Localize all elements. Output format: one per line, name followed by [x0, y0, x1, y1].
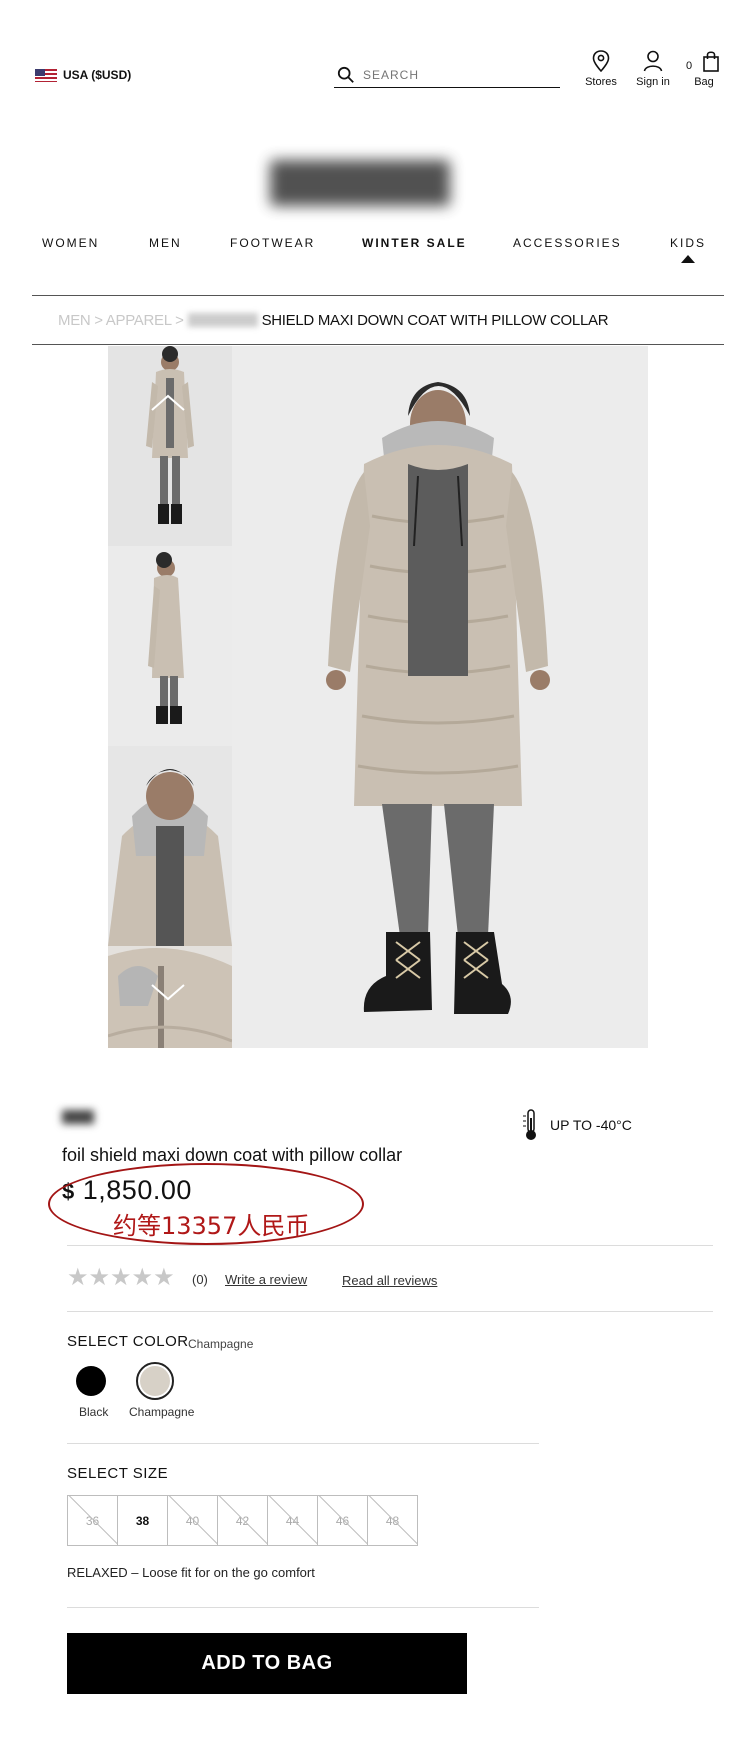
- nav-accessories[interactable]: ACCESSORIES: [513, 236, 622, 250]
- write-review-link[interactable]: Write a review: [225, 1272, 307, 1287]
- star-icon: ★: [67, 1264, 89, 1291]
- us-flag-icon: [35, 68, 57, 82]
- size-option-44[interactable]: 44: [267, 1495, 318, 1546]
- star-icon: ★: [153, 1264, 175, 1291]
- thumbnails-down-icon[interactable]: [150, 983, 186, 1003]
- selected-color-name: Champagne: [188, 1337, 254, 1351]
- fit-description: RELAXED – Loose fit for on the go comfor…: [67, 1565, 315, 1580]
- thumbnail-closeup[interactable]: [108, 746, 232, 946]
- size-option-42[interactable]: 42: [217, 1495, 268, 1546]
- color-label-black: Black: [79, 1405, 109, 1419]
- divider: [67, 1245, 713, 1246]
- review-count: (0): [192, 1272, 208, 1287]
- breadcrumb: MEN > APPAREL > SHIELD MAXI DOWN COAT WI…: [32, 295, 724, 345]
- size-option-46[interactable]: 46: [317, 1495, 368, 1546]
- size-option-40[interactable]: 40: [167, 1495, 218, 1546]
- nav-men[interactable]: MEN: [149, 236, 182, 250]
- nav-winter-sale[interactable]: WINTER SALE: [362, 236, 467, 250]
- bag-label: Bag: [694, 76, 714, 88]
- search-input[interactable]: [363, 67, 543, 82]
- size-selector: 36 38 40 42 44 46 48: [67, 1495, 418, 1546]
- sign-in-link[interactable]: Sign in: [628, 50, 678, 88]
- sign-in-label: Sign in: [636, 76, 670, 88]
- read-reviews-link[interactable]: Read all reviews: [342, 1273, 437, 1288]
- breadcrumb-redacted: [187, 313, 258, 327]
- rmb-annotation: 约等13357人民币: [113, 1212, 310, 1240]
- star-rating: ★ ★ ★ ★ ★: [67, 1264, 175, 1291]
- user-icon: [643, 50, 663, 72]
- brand-name-redacted: [62, 1110, 94, 1124]
- select-size-label: SELECT SIZE: [67, 1465, 169, 1482]
- bag-count: 0: [686, 60, 693, 72]
- divider: [67, 1311, 713, 1312]
- size-option-38[interactable]: 38: [117, 1495, 168, 1546]
- thumbnails-up-icon[interactable]: [150, 392, 186, 412]
- stores-label: Stores: [585, 76, 617, 88]
- divider: [67, 1443, 539, 1444]
- temperature-rating: UP TO -40°C: [520, 1108, 632, 1142]
- thumbnail-front[interactable]: [108, 346, 232, 546]
- add-to-bag-button[interactable]: ADD TO BAG: [67, 1633, 467, 1694]
- nav-women[interactable]: WOMEN: [42, 236, 99, 250]
- stores-link[interactable]: Stores: [576, 50, 626, 88]
- product-main-image[interactable]: [232, 346, 648, 1048]
- temperature-label: UP TO -40°C: [550, 1117, 632, 1133]
- locale-label: USA ($USD): [63, 68, 132, 82]
- shopping-bag-icon: [703, 51, 719, 72]
- star-icon: ★: [110, 1264, 132, 1291]
- thumbnail-side[interactable]: [108, 546, 232, 746]
- star-icon: ★: [88, 1264, 111, 1291]
- star-icon: ★: [131, 1264, 154, 1291]
- color-label-champagne: Champagne: [129, 1405, 195, 1419]
- size-option-48[interactable]: 48: [367, 1495, 418, 1546]
- breadcrumb-current: SHIELD MAXI DOWN COAT WITH PILLOW COLLAR: [261, 311, 609, 329]
- nav-kids[interactable]: KIDS: [670, 236, 706, 250]
- size-option-36[interactable]: 36: [67, 1495, 118, 1546]
- bag-link[interactable]: 0 Bag: [679, 50, 729, 88]
- search-icon: [337, 66, 354, 83]
- main-nav: WOMEN MEN FOOTWEAR WINTER SALE ACCESSORI…: [0, 236, 750, 266]
- color-swatch-black[interactable]: [76, 1366, 106, 1396]
- select-color-label: SELECT COLOR: [67, 1333, 189, 1350]
- brand-logo[interactable]: [270, 160, 450, 206]
- swatch-champagne: [140, 1366, 170, 1396]
- kids-active-caret-icon: [681, 255, 695, 263]
- divider: [67, 1607, 539, 1608]
- breadcrumb-path[interactable]: MEN > APPAREL >: [58, 312, 184, 329]
- location-pin-icon: [592, 50, 610, 72]
- swatch-black: [76, 1366, 106, 1396]
- nav-footwear[interactable]: FOOTWEAR: [230, 236, 315, 250]
- thumbnail-strip: [108, 346, 232, 1048]
- thermometer-icon: [523, 1109, 536, 1140]
- search-bar[interactable]: [334, 62, 560, 88]
- color-swatch-champagne[interactable]: [136, 1362, 174, 1400]
- locale-selector[interactable]: USA ($USD): [35, 68, 131, 82]
